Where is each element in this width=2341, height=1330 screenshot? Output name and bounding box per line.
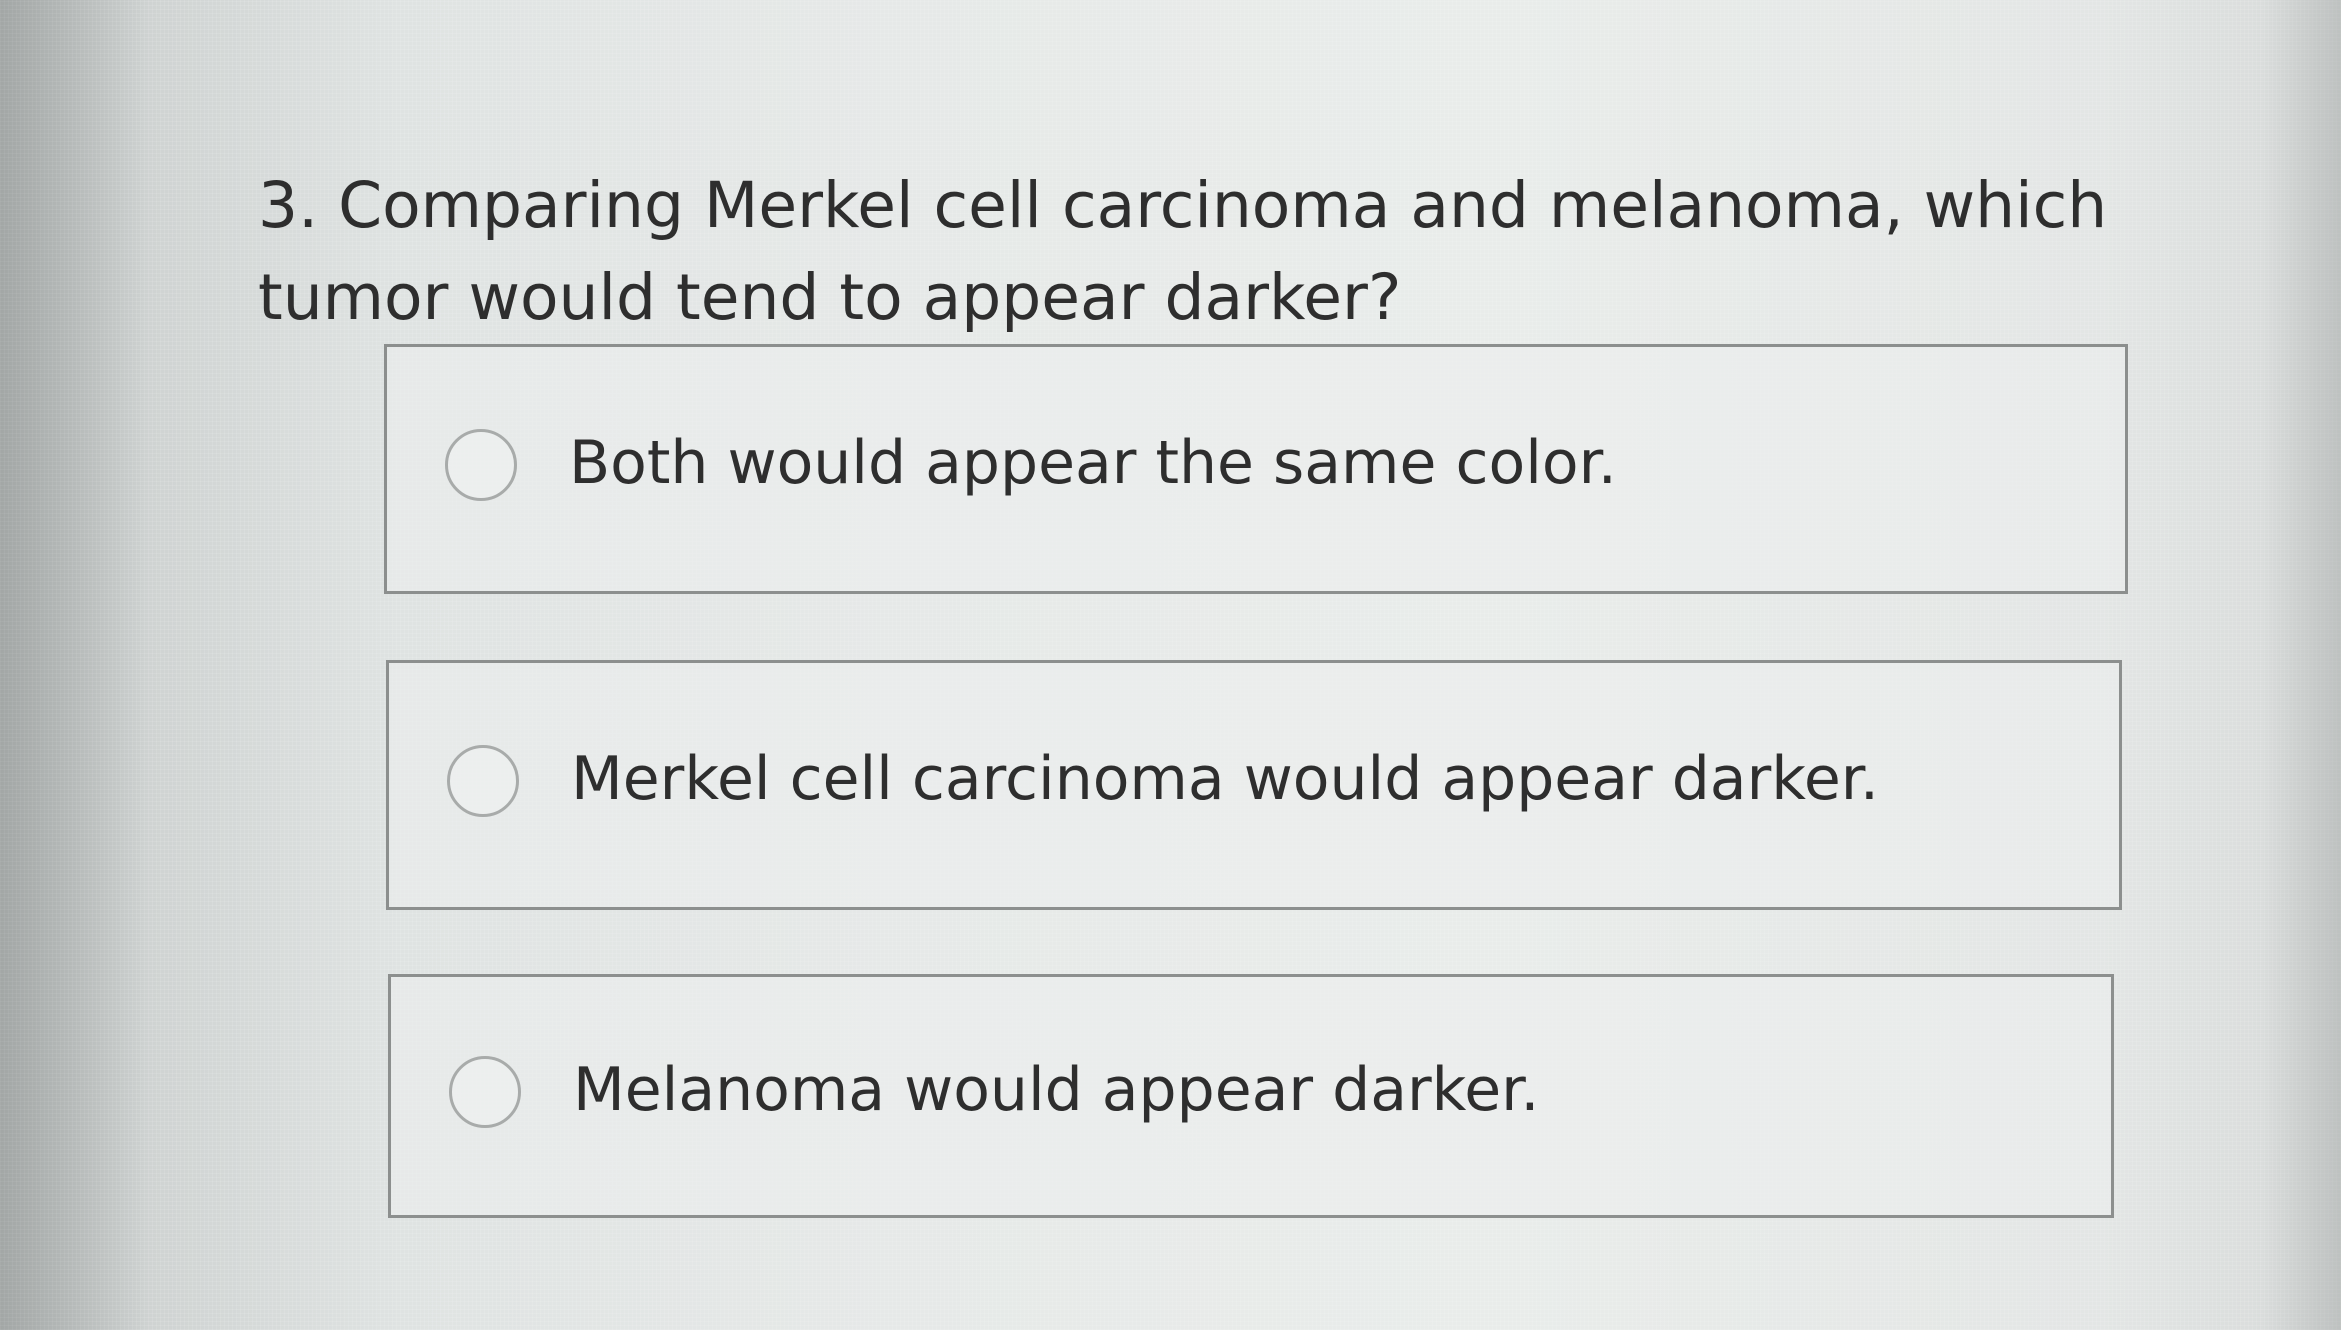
- answer-option-label: Melanoma would appear darker.: [573, 1055, 1540, 1125]
- answer-option-1[interactable]: Both would appear the same color.: [384, 344, 2128, 594]
- quiz-screen: 3. Comparing Merkel cell carcinoma and m…: [0, 0, 2341, 1330]
- answer-option-2[interactable]: Merkel cell carcinoma would appear darke…: [386, 660, 2122, 910]
- radio-button-icon[interactable]: [445, 429, 517, 501]
- radio-button-icon[interactable]: [447, 745, 519, 817]
- answer-option-3[interactable]: Melanoma would appear darker.: [388, 974, 2114, 1218]
- screen-edge-shadow-left: [0, 0, 150, 1330]
- answer-option-label: Both would appear the same color.: [569, 428, 1617, 498]
- screen-edge-shadow-right: [2261, 0, 2341, 1330]
- question-text: 3. Comparing Merkel cell carcinoma and m…: [258, 169, 2108, 334]
- radio-button-icon[interactable]: [449, 1056, 521, 1128]
- answer-option-label: Merkel cell carcinoma would appear darke…: [571, 744, 1879, 814]
